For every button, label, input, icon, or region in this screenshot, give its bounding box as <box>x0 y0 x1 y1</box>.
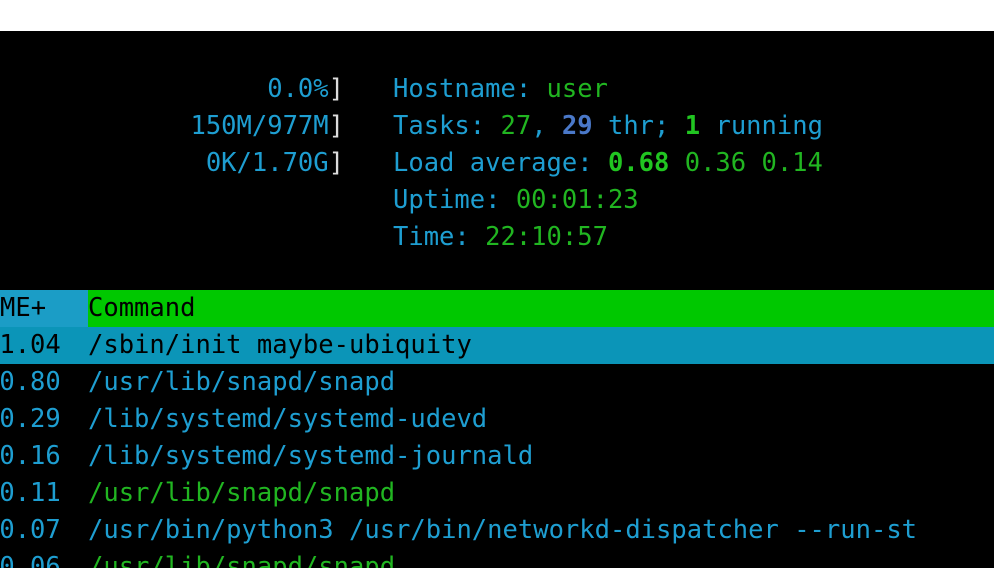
process-command: /lib/systemd/systemd-journald <box>88 441 534 471</box>
process-row[interactable]: 00.16 /lib/systemd/systemd-journald <box>0 438 994 475</box>
uptime-value: 00:01:23 <box>515 185 639 215</box>
column-header-command[interactable]: Command <box>88 290 994 327</box>
cpu-meter-bracket: ] <box>328 74 344 104</box>
process-command: /lib/systemd/systemd-udevd <box>88 404 488 434</box>
process-command: /sbin/init maybe-ubiquity <box>88 330 472 360</box>
process-time: 01.04 <box>0 330 61 360</box>
process-time: 00.80 <box>0 367 61 397</box>
cpu-meter-value: 0.0% <box>267 74 329 104</box>
process-row[interactable]: 00.06 /usr/lib/snapd/snapd <box>0 549 994 568</box>
threads-label: thr; <box>592 111 685 141</box>
htop-terminal[interactable]: 0.0%] 150M/977M] 0K/1.70G] Hostname: use… <box>0 31 994 568</box>
process-row-selected[interactable]: 01.04 /sbin/init maybe-ubiquity <box>0 327 994 364</box>
process-time: 00.16 <box>0 441 61 471</box>
time-label: Time: <box>393 222 486 252</box>
process-table-header: ME+ Command <box>0 290 994 327</box>
tasks-separator: , <box>531 111 562 141</box>
hostname-value: user <box>546 74 608 104</box>
process-time: 00.29 <box>0 404 61 434</box>
process-row[interactable]: 00.07 /usr/bin/python3 /usr/bin/networkd… <box>0 512 994 549</box>
process-command: /usr/bin/python3 /usr/bin/networkd-dispa… <box>88 515 918 545</box>
load-15min: 0.14 <box>746 148 823 178</box>
tasks-count: 27 <box>500 111 532 141</box>
running-count: 1 <box>684 111 701 141</box>
tasks-label: Tasks: <box>393 111 501 141</box>
swap-meter-value: 0K/1.70G <box>205 148 329 178</box>
process-command: /usr/lib/snapd/snapd <box>88 552 396 568</box>
process-time: 00.06 <box>0 552 61 568</box>
process-time: 00.11 <box>0 478 61 508</box>
running-label: running <box>700 111 823 141</box>
load-label: Load average: <box>393 148 608 178</box>
load-1min: 0.68 <box>607 148 670 178</box>
tasks-line: Tasks: 27, 29 thr; 1 running <box>393 108 823 145</box>
mem-meter-bracket: ] <box>328 111 344 141</box>
mem-meter-value: 150M/977M <box>190 111 329 141</box>
hostname-line: Hostname: user <box>393 71 608 108</box>
uptime-label: Uptime: <box>393 185 516 215</box>
threads-count: 29 <box>561 111 593 141</box>
process-row[interactable]: 00.11 /usr/lib/snapd/snapd <box>0 475 994 512</box>
process-command: /usr/lib/snapd/snapd <box>88 478 396 508</box>
hostname-label: Hostname: <box>393 74 547 104</box>
process-row[interactable]: 00.29 /lib/systemd/systemd-udevd <box>0 401 994 438</box>
window-title-bar <box>0 0 994 31</box>
uptime-line: Uptime: 00:01:23 <box>393 182 639 219</box>
process-row[interactable]: 00.80 /usr/lib/snapd/snapd <box>0 364 994 401</box>
process-time: 00.07 <box>0 515 61 545</box>
mem-meter: 150M/977M] <box>190 108 344 145</box>
swap-meter: 0K/1.70G] <box>206 145 344 182</box>
swap-meter-bracket: ] <box>328 148 344 178</box>
load-average-line: Load average: 0.68 0.36 0.14 <box>393 145 823 182</box>
time-line: Time: 22:10:57 <box>393 219 608 256</box>
time-value: 22:10:57 <box>485 222 608 252</box>
process-command: /usr/lib/snapd/snapd <box>88 367 396 397</box>
load-5min: 0.36 <box>669 148 747 178</box>
cpu-meter: 0.0%] <box>267 71 344 108</box>
column-header-time[interactable]: ME+ <box>0 290 88 327</box>
